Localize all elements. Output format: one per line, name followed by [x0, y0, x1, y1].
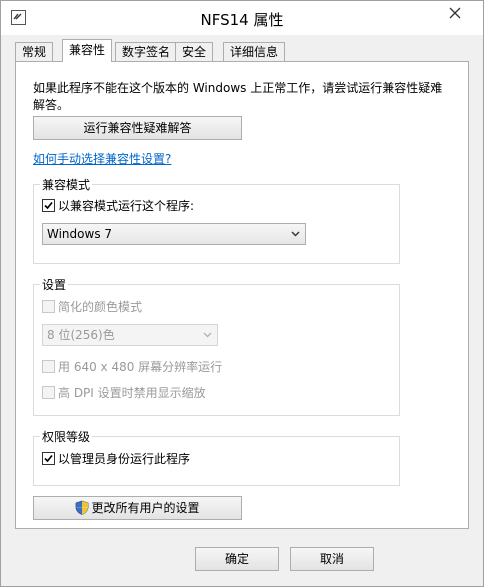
compat-mode-label: 以兼容模式运行这个程序:	[58, 199, 195, 213]
resolution-checkbox	[42, 360, 55, 373]
tab-compatibility[interactable]: 兼容性	[62, 39, 113, 62]
intro-text: 如果此程序不能在这个版本的 Windows 上正常工作，请尝试运行兼容性疑难解答…	[33, 81, 443, 112]
close-icon	[449, 7, 461, 19]
shield-icon	[76, 500, 89, 515]
settings-title: 设置	[40, 276, 69, 293]
title-bar[interactable]: NFS14 属性	[1, 1, 483, 35]
change-all-users-button[interactable]: 更改所有用户的设置	[33, 496, 242, 520]
compat-mode-title: 兼容模式	[40, 176, 93, 193]
resolution-row: 用 640 x 480 屏幕分辨率运行	[42, 360, 222, 376]
compat-mode-checkbox[interactable]	[42, 199, 55, 212]
tab-details[interactable]: 详细信息	[223, 42, 286, 61]
reduced-color-checkbox	[42, 300, 55, 313]
chevron-down-icon	[203, 332, 212, 338]
dpi-checkbox	[42, 386, 55, 399]
color-depth-select: 8 位(256)色	[42, 324, 218, 346]
compat-mode-row[interactable]: 以兼容模式运行这个程序:	[42, 199, 194, 215]
dpi-label: 高 DPI 设置时禁用显示缩放	[58, 386, 206, 400]
properties-window: NFS14 属性 常规 兼容性 数字签名 安全 详细信息 如果此程序不能在这个版…	[0, 0, 484, 587]
reduced-color-row: 简化的颜色模式	[42, 300, 142, 316]
run-troubleshooter-button[interactable]: 运行兼容性疑难解答	[33, 116, 242, 140]
manual-settings-help-link[interactable]: 如何手动选择兼容性设置?	[33, 150, 171, 167]
os-select-value: Windows 7	[47, 227, 113, 241]
admin-row[interactable]: 以管理员身份运行此程序	[42, 452, 190, 468]
admin-checkbox[interactable]	[42, 452, 55, 465]
cancel-button[interactable]: 取消	[290, 547, 374, 571]
admin-label: 以管理员身份运行此程序	[58, 452, 191, 466]
dpi-row: 高 DPI 设置时禁用显示缩放	[42, 386, 206, 402]
tab-digital-signatures[interactable]: 数字签名	[115, 42, 178, 61]
compat-mode-group: 兼容模式 以兼容模式运行这个程序: Windows 7	[33, 176, 400, 264]
privilege-title: 权限等级	[40, 428, 93, 445]
settings-group: 设置 简化的颜色模式 8 位(256)色 用 640 x 480 屏幕分辨率运行…	[33, 276, 400, 416]
color-depth-value: 8 位(256)色	[47, 328, 115, 342]
compatibility-panel: 如果此程序不能在这个版本的 Windows 上正常工作，请尝试运行兼容性疑难解答…	[15, 61, 469, 529]
window-title: NFS14 属性	[200, 11, 284, 29]
ok-button[interactable]: 确定	[195, 547, 279, 571]
privilege-group: 权限等级 以管理员身份运行此程序	[33, 428, 400, 486]
tab-general[interactable]: 常规	[15, 42, 54, 61]
resolution-label: 用 640 x 480 屏幕分辨率运行	[58, 360, 223, 374]
close-button[interactable]	[435, 1, 475, 25]
reduced-color-label: 简化的颜色模式	[58, 300, 143, 314]
change-all-users-label: 更改所有用户的设置	[91, 501, 200, 515]
checkmark-icon	[44, 201, 53, 210]
os-select[interactable]: Windows 7	[42, 223, 306, 245]
chevron-down-icon	[291, 231, 300, 237]
checkmark-icon	[44, 454, 53, 463]
tab-security[interactable]: 安全	[175, 42, 214, 61]
